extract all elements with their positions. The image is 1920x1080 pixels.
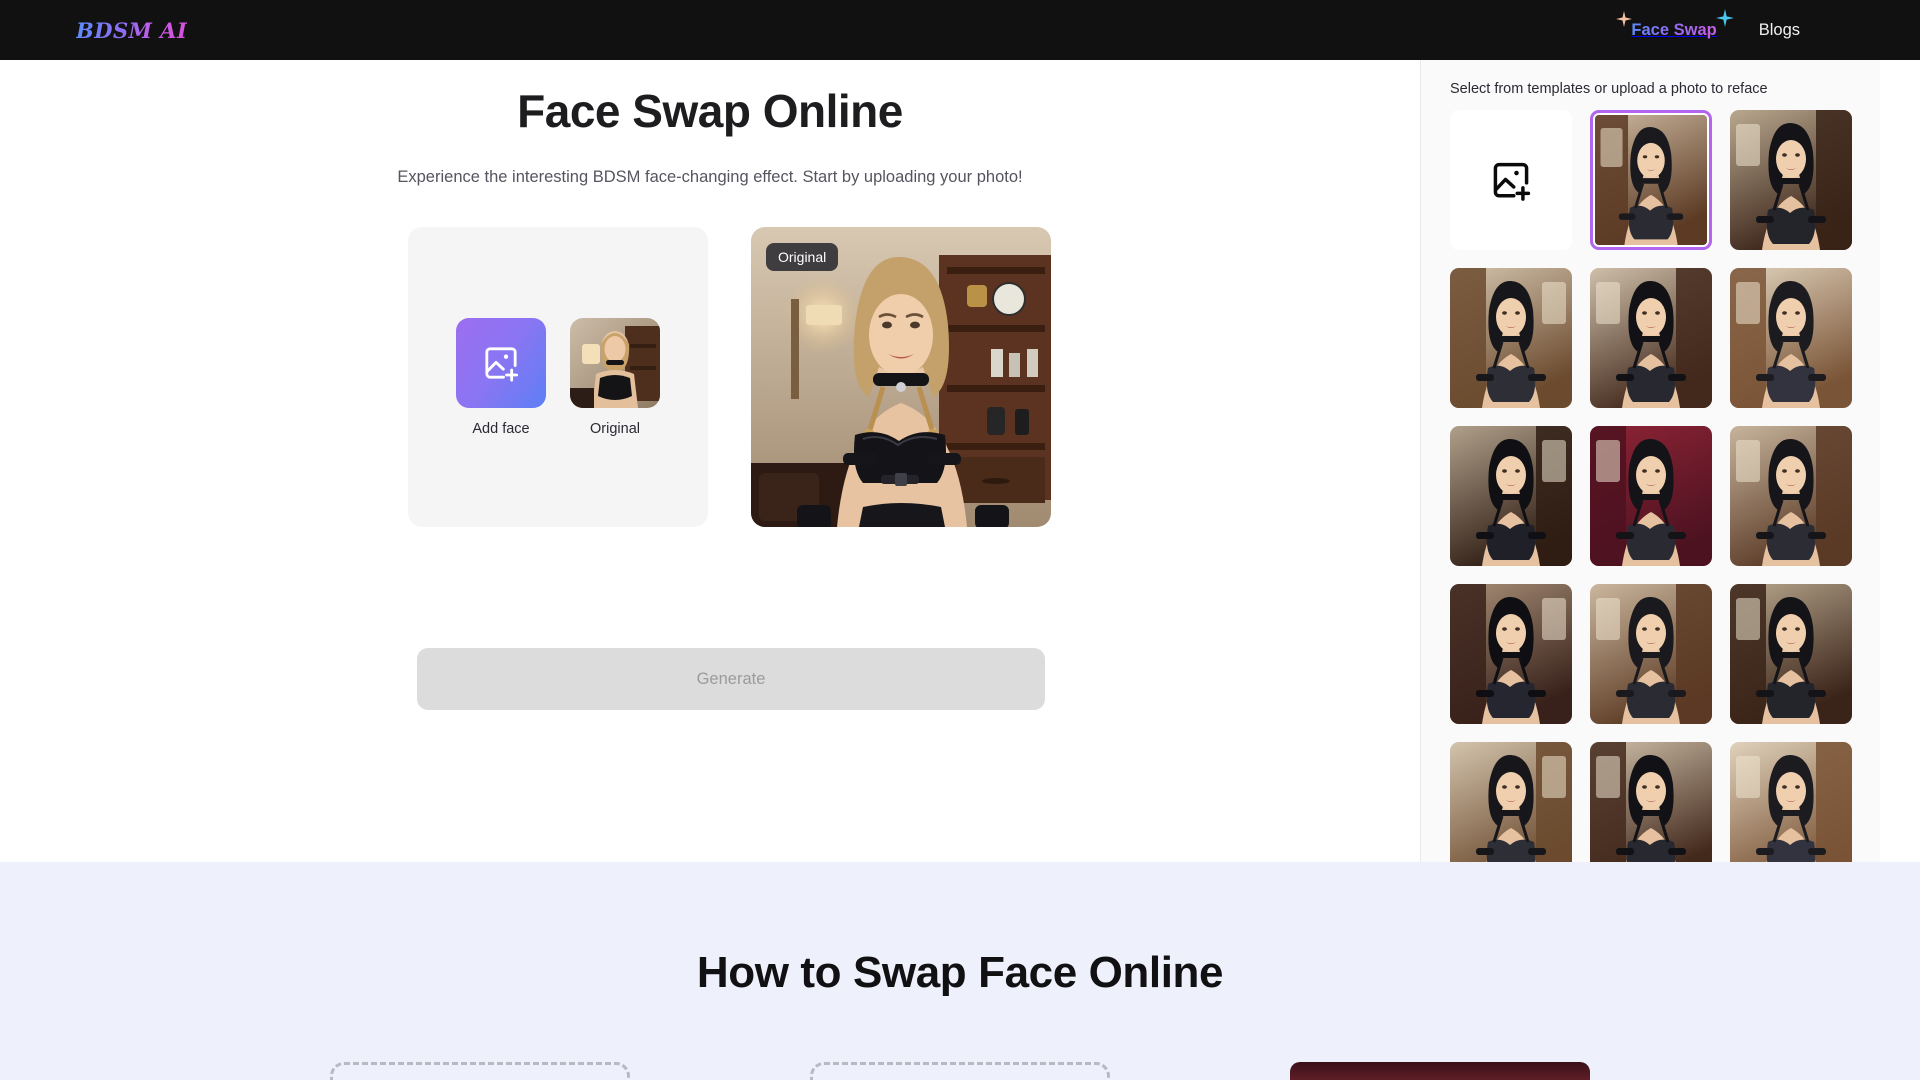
- face-selection-card: Add face Original: [408, 227, 708, 527]
- template-thumbnail: [1595, 115, 1707, 245]
- template-thumbnail: [1730, 584, 1852, 724]
- sparkle-icon: [1616, 10, 1633, 27]
- original-face-slot[interactable]: Original: [570, 317, 660, 437]
- template-6[interactable]: [1450, 426, 1572, 566]
- page-title: Face Swap Online: [517, 85, 903, 137]
- template-11[interactable]: [1730, 584, 1852, 724]
- template-1[interactable]: [1590, 110, 1712, 250]
- primary-nav: Face Swap Blogs: [1616, 8, 1800, 42]
- original-face-thumbnail[interactable]: [570, 317, 660, 408]
- how-to-step-3-image: [1290, 1062, 1590, 1080]
- how-to-steps: [0, 1062, 1920, 1080]
- page-subtitle: Experience the interesting BDSM face-cha…: [397, 168, 1023, 186]
- sparkle-icon: [1715, 8, 1734, 27]
- image-plus-icon: [1493, 162, 1531, 201]
- generate-button[interactable]: Generate: [417, 648, 1045, 710]
- template-thumbnail: [1730, 742, 1852, 862]
- template-thumbnail: [1590, 742, 1712, 862]
- template-thumbnail: [1450, 742, 1572, 862]
- thumbnail-image: [570, 317, 660, 408]
- how-to-title: How to Swap Face Online: [696, 948, 1224, 997]
- templates-panel: Select from templates or upload a photo …: [1421, 60, 1880, 862]
- template-thumbnail: [1590, 584, 1712, 724]
- template-thumbnail: [1730, 426, 1852, 566]
- template-3[interactable]: [1450, 268, 1572, 408]
- image-plus-icon: [485, 346, 519, 382]
- template-thumbnail: [1450, 426, 1572, 566]
- editor-pane: Face Swap Online Experience the interest…: [0, 60, 1420, 862]
- template-14[interactable]: [1730, 742, 1852, 862]
- how-to-step-1-placeholder: [330, 1062, 630, 1080]
- template-13[interactable]: [1590, 742, 1712, 862]
- nav-item-face-swap-label: Face Swap: [1631, 20, 1717, 39]
- top-navigation-bar: BDSM AI Face Swap Blogs: [0, 0, 1920, 60]
- how-to-section: How to Swap Face Online: [0, 862, 1920, 1080]
- templates-grid: [1450, 110, 1852, 862]
- template-8[interactable]: [1730, 426, 1852, 566]
- template-5[interactable]: [1730, 268, 1852, 408]
- template-2[interactable]: [1730, 110, 1852, 250]
- preview-image: [751, 227, 1051, 527]
- template-thumbnail: [1450, 584, 1572, 724]
- page-right-gutter: [1880, 60, 1920, 862]
- add-face-button[interactable]: [456, 317, 546, 408]
- template-thumbnail: [1590, 426, 1712, 566]
- preview-badge: Original: [766, 243, 839, 271]
- template-4[interactable]: [1590, 268, 1712, 408]
- upload-tile[interactable]: [1450, 110, 1572, 250]
- template-thumbnail: [1730, 268, 1852, 408]
- template-thumbnail: [1450, 268, 1572, 408]
- nav-item-blogs[interactable]: Blogs: [1759, 21, 1800, 40]
- template-10[interactable]: [1590, 584, 1712, 724]
- brand-logo[interactable]: BDSM AI: [76, 18, 187, 43]
- original-face-label: Original: [590, 420, 640, 437]
- nav-item-face-swap[interactable]: Face Swap: [1616, 8, 1734, 42]
- template-9[interactable]: [1450, 584, 1572, 724]
- template-12[interactable]: [1450, 742, 1572, 862]
- add-face-label: Add face: [472, 420, 530, 437]
- template-thumbnail: [1730, 110, 1852, 250]
- template-thumbnail: [1590, 268, 1712, 408]
- main-stage: Face Swap Online Experience the interest…: [0, 60, 1920, 862]
- how-to-step-2-placeholder: [810, 1062, 1110, 1080]
- templates-panel-heading: Select from templates or upload a photo …: [1450, 81, 1768, 97]
- template-7[interactable]: [1590, 426, 1712, 566]
- preview-image-container[interactable]: Original: [751, 227, 1051, 527]
- add-face-slot[interactable]: Add face: [456, 317, 546, 437]
